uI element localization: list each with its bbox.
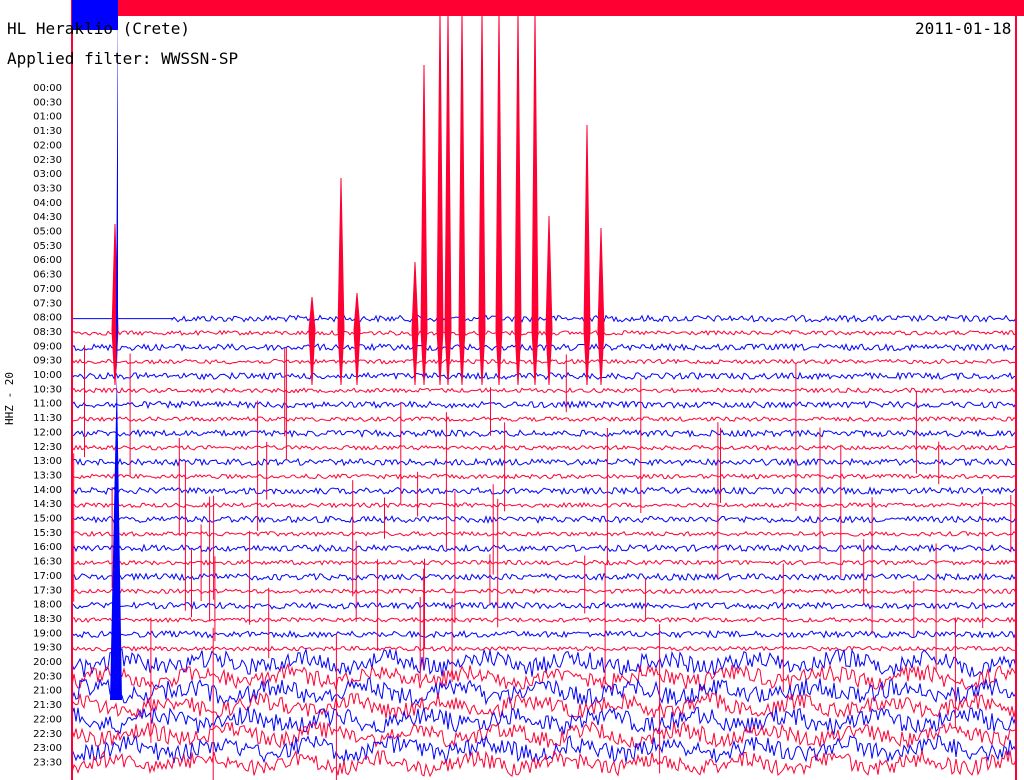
date-label: 2011-01-18 [915, 19, 1012, 38]
time-tick-label: 13:30 [33, 470, 62, 481]
time-tick-label: 07:00 [33, 284, 62, 295]
time-tick-label: 03:00 [33, 169, 62, 180]
time-tick-label: 12:30 [33, 442, 62, 453]
trace-line [71, 428, 1017, 438]
trace-line [71, 616, 1017, 624]
time-tick-label: 06:30 [33, 270, 62, 281]
time-tick-label: 17:00 [33, 571, 62, 582]
trace-line [71, 342, 1017, 352]
time-tick-label: 00:30 [33, 97, 62, 108]
time-tick-label: 16:30 [33, 557, 62, 568]
time-tick-label: 21:00 [33, 686, 62, 697]
time-tick-label: 19:00 [33, 628, 62, 639]
event-spike [495, 9, 503, 386]
time-tick-label: 10:00 [33, 370, 62, 381]
event-spike [420, 64, 428, 386]
filter-label: Applied filter: WWSSN-SP [7, 49, 239, 68]
trace-line [71, 457, 1017, 467]
time-tick-label: 05:30 [33, 241, 62, 252]
time-tick-label: 15:30 [33, 528, 62, 539]
time-tick-label: 11:30 [33, 413, 62, 424]
time-tick-label: 06:00 [33, 255, 62, 266]
station-title: HL Heraklio (Crete) [7, 19, 191, 38]
time-tick-label: 21:30 [33, 700, 62, 711]
trace-line [71, 357, 1017, 365]
time-tick-label: 18:00 [33, 600, 62, 611]
time-tick-label: 10:30 [33, 384, 62, 395]
time-tick-label: 11:00 [33, 399, 62, 410]
time-tick-label: 02:00 [33, 140, 62, 151]
time-tick-label: 02:30 [33, 155, 62, 166]
top-clip-bar [72, 0, 1024, 16]
event-spike [531, 9, 539, 386]
time-tick-label: 04:00 [33, 198, 62, 209]
event-spike [353, 292, 361, 386]
time-tick-label: 17:30 [33, 585, 62, 596]
time-tick-label: 09:00 [33, 341, 62, 352]
event-spike [583, 124, 591, 386]
time-tick-label: 08:00 [33, 313, 62, 324]
event-spike [337, 177, 345, 386]
trace-line [71, 371, 1017, 381]
event-spike [444, 9, 452, 386]
time-tick-label: 22:30 [33, 729, 62, 740]
trace-line [71, 444, 1017, 451]
trace-line [71, 473, 1017, 480]
time-tick-label: 05:00 [33, 227, 62, 238]
trace-line [71, 486, 1017, 496]
event-spike [436, 9, 444, 386]
trace-line [71, 600, 1017, 611]
time-tick-label: 01:00 [33, 112, 62, 123]
time-tick-label: 00:00 [33, 83, 62, 94]
time-tick-label: 03:30 [33, 183, 62, 194]
time-tick-label: 08:30 [33, 327, 62, 338]
event-spike [545, 215, 553, 386]
trace-line [71, 387, 1017, 394]
trace-line [72, 314, 1017, 324]
time-tick-label: 22:00 [33, 714, 62, 725]
time-tick-label: 19:30 [33, 643, 62, 654]
time-tick-label: 23:30 [33, 757, 62, 768]
time-tick-label: 23:00 [33, 743, 62, 754]
helicorder-plot: 00:00 00:30 01:00 01:30 02:00 02:30 03:00 03:30… [33, 0, 1024, 780]
time-tick-label: 18:30 [33, 614, 62, 625]
trace-line [71, 400, 1017, 410]
time-tick-label: 04:30 [33, 212, 62, 223]
time-tick-label: 09:30 [33, 356, 62, 367]
time-tick-label: 14:30 [33, 499, 62, 510]
time-tick-label: 12:00 [33, 427, 62, 438]
time-tick-label: 13:00 [33, 456, 62, 467]
trace-line [71, 329, 1017, 337]
time-tick-label: 20:00 [33, 657, 62, 668]
trace-line [71, 415, 1017, 423]
event-spike [308, 296, 316, 386]
event-spike [458, 9, 466, 386]
time-tick-label: 15:00 [33, 514, 62, 525]
time-tick-label: 07:30 [33, 298, 62, 309]
event-spike [411, 261, 419, 386]
event-spike [478, 9, 486, 386]
channel-label: HHZ - 20 [3, 372, 16, 425]
time-tick-label: 20:30 [33, 671, 62, 682]
time-tick-label: 16:00 [33, 542, 62, 553]
time-tick-label: 01:30 [33, 126, 62, 137]
time-tick-label: 14:00 [33, 485, 62, 496]
event-spike [514, 9, 522, 386]
